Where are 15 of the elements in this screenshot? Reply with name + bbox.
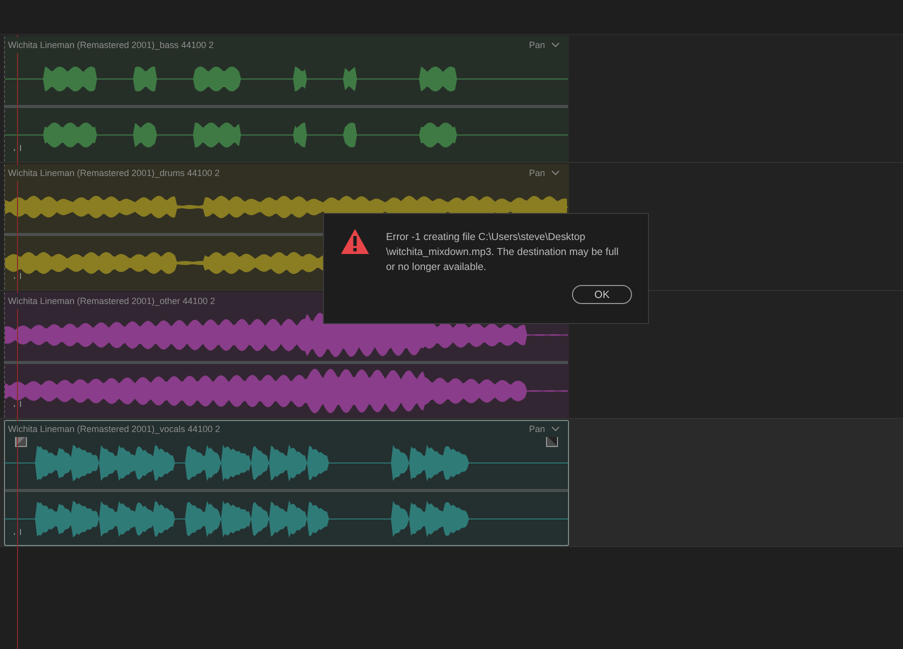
pan-label[interactable]: Pan: [528, 40, 545, 50]
warning-icon: [340, 228, 370, 255]
pan-label[interactable]: Pan: [528, 424, 545, 434]
chevron-down-icon[interactable]: [551, 426, 560, 432]
audio-clip[interactable]: Wichita Lineman (Remastered 2001)_bass 44100 2 Pan: [4, 36, 569, 162]
clip-name: Wichita Lineman (Remastered 2001)_other 44100 2: [8, 296, 216, 306]
playhead-line[interactable]: [17, 35, 18, 649]
chevron-down-icon[interactable]: [551, 170, 560, 176]
clip-name: Wichita Lineman (Remastered 2001)_drums 44100 2: [8, 168, 221, 178]
clip-name: Wichita Lineman (Remastered 2001)_bass 44100 2: [8, 40, 215, 50]
chevron-down-icon[interactable]: [551, 42, 560, 48]
audio-clip[interactable]: Wichita Lineman (Remastered 2001)_vocals 44100 2 Pan: [4, 420, 569, 546]
pan-label[interactable]: Pan: [528, 168, 545, 178]
clip-name: Wichita Lineman (Remastered 2001)_vocals 44100 2: [8, 424, 222, 434]
ok-button[interactable]: OK: [572, 285, 632, 304]
